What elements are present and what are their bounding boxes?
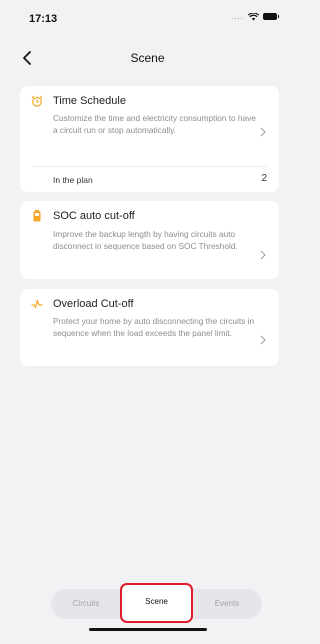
chevron-right-icon: [260, 335, 266, 345]
tab-circuits[interactable]: Circuits: [51, 589, 121, 619]
card-description: Customize the time and electricity consu…: [53, 113, 256, 135]
nav-bar: Scene: [0, 44, 295, 72]
soc-cutoff-card[interactable]: SOC auto cut-off Improve the backup leng…: [20, 201, 279, 279]
status-bar: 17:13 ....: [0, 0, 295, 32]
card-title: Overload Cut-off: [53, 298, 134, 310]
divider: [32, 166, 267, 167]
battery-level-icon: [33, 210, 41, 222]
page-title: Scene: [130, 51, 165, 65]
card-title: Time Schedule: [53, 95, 126, 107]
plan-label: In the plan: [53, 175, 93, 185]
chevron-right-icon: [260, 250, 266, 260]
overload-cutoff-card[interactable]: Overload Cut-off Protect your home by au…: [20, 289, 279, 366]
pulse-icon: [31, 299, 43, 309]
card-description: Protect your home by auto disconnecting …: [53, 316, 255, 338]
card-description: Improve the backup length by having circ…: [53, 229, 238, 251]
alarm-clock-icon: [31, 95, 43, 107]
signal-indicator: ....: [231, 12, 244, 21]
tab-scene[interactable]: Scene: [120, 583, 193, 623]
chevron-right-icon: [260, 127, 266, 137]
tab-events[interactable]: Events: [192, 589, 262, 619]
plan-count: 2: [261, 173, 267, 184]
home-indicator: [89, 628, 207, 631]
tab-scene-label: Scene: [145, 597, 168, 606]
status-indicators: ....: [231, 12, 279, 21]
battery-icon: [263, 13, 279, 20]
time-schedule-card[interactable]: Time Schedule Customize the time and ele…: [20, 86, 279, 192]
status-time: 17:13: [29, 13, 58, 25]
wifi-icon: [248, 12, 259, 20]
card-title: SOC auto cut-off: [53, 210, 135, 222]
